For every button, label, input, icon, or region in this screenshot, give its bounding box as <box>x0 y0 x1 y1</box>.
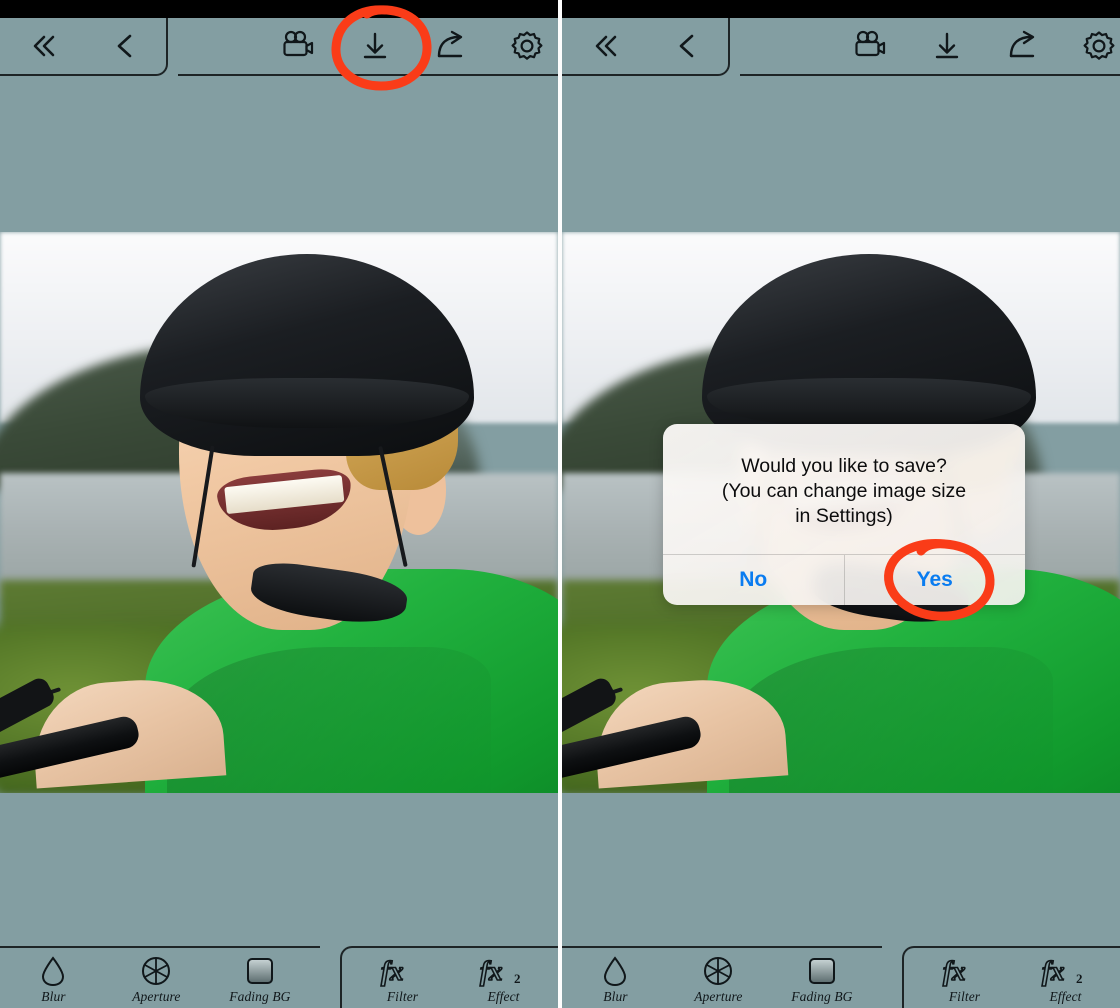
screenshot-pair: Blur Aperture Fading BG fx Filter fx 2 E… <box>0 0 1120 1008</box>
download-arrow-icon <box>358 29 392 63</box>
double-chevron-left-icon <box>588 29 622 63</box>
svg-text:2: 2 <box>514 971 521 986</box>
fx2-icon: fx 2 <box>476 954 532 988</box>
right-panel: Would you like to save? (You can change … <box>562 0 1120 1008</box>
bike-bar <box>0 713 141 784</box>
nav-group <box>562 18 730 76</box>
svg-text:2: 2 <box>1076 971 1083 986</box>
blur-tool[interactable]: Blur <box>23 954 83 1005</box>
bottom-left-group: Blur Aperture Fading BG <box>562 946 882 1008</box>
share-button[interactable] <box>1002 25 1044 67</box>
photo-canvas[interactable]: Would you like to save? (You can change … <box>562 232 1120 793</box>
save-button[interactable] <box>926 25 968 67</box>
fading-bg-tool[interactable]: Fading BG <box>229 954 290 1005</box>
fading-bg-tool-label: Fading BG <box>791 989 853 1004</box>
back-button[interactable] <box>666 25 708 67</box>
filter-tool[interactable]: fx Filter <box>935 954 995 1005</box>
subject-teeth <box>223 475 344 515</box>
left-panel: Blur Aperture Fading BG fx Filter fx 2 E… <box>0 0 558 1008</box>
svg-text:fx: fx <box>1042 956 1065 986</box>
bottom-right-group: fx Filter fx 2 Effect <box>902 946 1120 1008</box>
bottom-toolbar: Blur Aperture Fading BG fx Filter fx 2 E… <box>0 940 558 1008</box>
droplet-icon <box>38 954 68 988</box>
svg-text:fx: fx <box>381 956 404 986</box>
status-bar <box>562 0 1120 18</box>
nav-group <box>0 18 168 76</box>
double-chevron-left-icon <box>26 29 60 63</box>
bike-brake-lever <box>562 675 619 741</box>
settings-button[interactable] <box>506 25 548 67</box>
blur-tool-label: Blur <box>41 989 66 1004</box>
photo-bicycle-handlebar <box>562 675 729 793</box>
svg-text:fx: fx <box>480 956 503 986</box>
effect-tool[interactable]: fx 2 Effect <box>1036 954 1096 1005</box>
back-all-button[interactable] <box>22 25 64 67</box>
back-all-button[interactable] <box>584 25 626 67</box>
action-group <box>740 18 1120 76</box>
chevron-left-icon <box>670 29 704 63</box>
effect-tool[interactable]: fx 2 Effect <box>474 954 534 1005</box>
dialog-yes-button[interactable]: Yes <box>845 555 1026 605</box>
filter-tool[interactable]: fx Filter <box>373 954 433 1005</box>
blur-tool[interactable]: Blur <box>585 954 645 1005</box>
photo-canvas[interactable] <box>0 232 558 793</box>
save-button[interactable] <box>354 25 396 67</box>
top-toolbar <box>562 18 1120 80</box>
settings-button[interactable] <box>1078 25 1120 67</box>
bottom-right-group: fx Filter fx 2 Effect <box>340 946 558 1008</box>
filter-tool-label: Filter <box>948 989 981 1004</box>
aperture-tool-label: Aperture <box>132 989 181 1004</box>
aperture-tool[interactable]: Aperture <box>126 954 186 1005</box>
video-button[interactable] <box>850 25 892 67</box>
aperture-icon <box>140 954 172 988</box>
dialog-message: Would you like to save? (You can change … <box>721 455 967 527</box>
gear-icon <box>509 28 545 64</box>
top-toolbar <box>0 18 558 80</box>
gear-icon <box>1081 28 1117 64</box>
fx-icon: fx <box>939 954 991 988</box>
square-gradient-icon <box>245 954 275 988</box>
bike-bar <box>562 713 703 784</box>
aperture-tool-label: Aperture <box>694 989 743 1004</box>
fading-bg-tool[interactable]: Fading BG <box>791 954 852 1005</box>
droplet-icon <box>600 954 630 988</box>
square-gradient-icon <box>807 954 837 988</box>
save-confirmation-dialog: Would you like to save? (You can change … <box>663 424 1025 605</box>
fx2-icon: fx 2 <box>1038 954 1094 988</box>
blur-tool-label: Blur <box>603 989 628 1004</box>
video-button[interactable] <box>278 25 320 67</box>
fading-bg-tool-label: Fading BG <box>229 989 291 1004</box>
video-camera-icon <box>853 30 889 62</box>
bottom-toolbar: Blur Aperture Fading BG fx Filter fx 2 E… <box>562 940 1120 1008</box>
aperture-icon <box>702 954 734 988</box>
share-arrow-icon <box>1005 29 1041 63</box>
effect-tool-label: Effect <box>1049 989 1082 1004</box>
aperture-tool[interactable]: Aperture <box>688 954 748 1005</box>
effect-tool-label: Effect <box>487 989 520 1004</box>
dialog-buttons: No Yes <box>663 555 1025 605</box>
video-camera-icon <box>281 30 317 62</box>
dialog-no-button[interactable]: No <box>663 555 844 605</box>
chevron-left-icon <box>108 29 142 63</box>
photo-bicycle-handlebar <box>0 675 167 793</box>
back-button[interactable] <box>104 25 146 67</box>
share-arrow-icon <box>433 29 469 63</box>
action-group <box>178 18 558 76</box>
share-button[interactable] <box>430 25 472 67</box>
fx-icon: fx <box>377 954 429 988</box>
status-bar <box>0 0 558 18</box>
bike-brake-lever <box>0 675 57 741</box>
filter-tool-label: Filter <box>386 989 419 1004</box>
bottom-left-group: Blur Aperture Fading BG <box>0 946 320 1008</box>
download-arrow-icon <box>930 29 964 63</box>
svg-text:fx: fx <box>943 956 966 986</box>
